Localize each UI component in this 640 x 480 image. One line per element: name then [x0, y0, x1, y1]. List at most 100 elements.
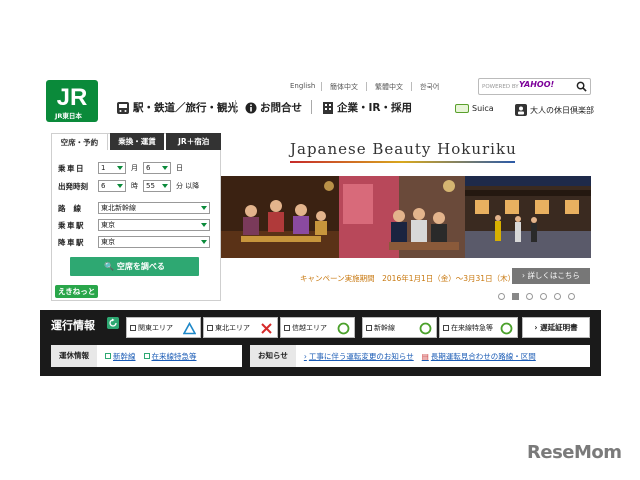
divider: [321, 82, 322, 91]
banner-title: Japanese Beauty Hokuriku: [290, 140, 517, 158]
details-button[interactable]: › 詳しくはこちら: [512, 268, 590, 284]
window-icon: [207, 324, 213, 331]
time-label: 出発時刻: [58, 181, 88, 191]
minute-unit: 分 以降: [176, 182, 200, 190]
refresh-icon[interactable]: [107, 317, 119, 329]
to-label: 降車駅: [58, 237, 85, 247]
banner-photo-street: [465, 176, 591, 258]
campaign-period: キャンペーン実施期間 2016年1月1日（金）～3月31日（木）: [300, 274, 516, 283]
carousel-dot[interactable]: [526, 293, 533, 300]
suica-card-icon: [455, 104, 469, 113]
link-text: 工事に伴う運転変更のお知らせ: [308, 351, 414, 361]
pdf-icon: ▤: [421, 351, 429, 361]
area-kanto[interactable]: 関東エリア: [126, 317, 201, 338]
chevron-right-icon: ›: [522, 271, 526, 280]
delay-cert-label: 遅延証明書: [540, 323, 578, 332]
nav-label: お問合せ: [260, 102, 302, 114]
tab-seat-reservation[interactable]: 空席・予約: [51, 133, 108, 150]
window-icon: [130, 324, 136, 331]
carousel-dots: [498, 293, 575, 300]
nav-label: 駅・鉄道／旅行・観光: [133, 102, 238, 114]
line-shinkansen[interactable]: 新幹線: [362, 317, 437, 338]
time-row: 出発時刻 6 時 55 分 以降: [58, 180, 204, 192]
link-text: 在来線特急等: [151, 351, 197, 361]
ekinet-logo[interactable]: えきねっと: [55, 285, 99, 298]
search-icon[interactable]: [576, 81, 587, 92]
otona-club-link[interactable]: 大人の休日倶楽部: [515, 104, 594, 116]
train-icon: [117, 101, 129, 114]
notice-info: お知らせ › 工事に伴う運転変更のお知らせ ▤ 長期運転見合わせの路線・区間: [250, 345, 590, 367]
window-icon: [284, 324, 290, 331]
delay-certificate-button[interactable]: › 遅延証明書: [522, 317, 590, 338]
date-row: 乗車日 1 月 6 日: [58, 162, 188, 174]
search-input[interactable]: [482, 81, 574, 92]
carousel-dot-active[interactable]: [512, 293, 519, 300]
from-label: 乗車駅: [58, 220, 85, 230]
divider: [366, 82, 367, 91]
from-station-select[interactable]: 東京: [98, 219, 210, 231]
carousel-dot[interactable]: [498, 293, 505, 300]
details-label: 詳しくはこちら: [527, 271, 580, 280]
window-icon: [143, 353, 150, 359]
suspension-link-express[interactable]: 在来線特急等: [143, 351, 197, 362]
lang-english[interactable]: English: [290, 82, 315, 90]
normal-icon: [500, 322, 513, 335]
logo-text: JR東日本: [52, 109, 85, 121]
line-label: 在来線特急等: [451, 323, 493, 332]
nav-label: 企業・IR・採用: [337, 102, 412, 114]
area-label: 東北エリア: [215, 323, 250, 332]
nav-station-travel[interactable]: 駅・鉄道／旅行・観光: [116, 100, 238, 115]
club-label: 大人の休日倶楽部: [530, 105, 594, 115]
search-icon: 🔍: [104, 262, 115, 271]
divider: [311, 100, 312, 114]
date-label: 乗車日: [58, 163, 85, 173]
line-limited-express[interactable]: 在来線特急等: [439, 317, 518, 338]
route-row: 路線 東北新幹線: [58, 202, 210, 214]
suica-label: Suica: [472, 104, 494, 113]
tab-jr-hotel[interactable]: JR＋宿泊: [166, 133, 222, 150]
link-text: 長期運転見合わせの路線・区間: [430, 351, 536, 361]
area-tohoku[interactable]: 東北エリア: [203, 317, 278, 338]
carousel-dot[interactable]: [554, 293, 561, 300]
day-select[interactable]: 6: [143, 162, 171, 174]
lang-traditional-chinese[interactable]: 繁體中文: [375, 82, 403, 92]
banner-photos[interactable]: [221, 176, 591, 258]
delay-icon: [183, 322, 196, 335]
month-unit: 月: [131, 164, 138, 172]
area-shinetsu[interactable]: 信越エリア: [280, 317, 355, 338]
route-select[interactable]: 東北新幹線: [98, 202, 210, 214]
building-icon: [323, 101, 333, 114]
operation-info-title: 運行情報: [51, 319, 95, 332]
nav-contact[interactable]: お問合せ: [245, 100, 302, 115]
minute-select[interactable]: 55: [143, 180, 171, 192]
notice-link-long-term[interactable]: ▤ 長期運転見合わせの路線・区間: [422, 351, 536, 362]
chevron-right-icon: ›: [534, 323, 538, 332]
notice-link-construction[interactable]: › 工事に伴う運転変更のお知らせ: [304, 351, 414, 362]
banner-photo-cafe: [339, 176, 465, 258]
search-seats-label: 空席を調べる: [116, 262, 165, 271]
lang-simplified-chinese[interactable]: 簡体中文: [330, 82, 358, 92]
normal-icon: [419, 322, 432, 335]
lang-korean[interactable]: 한국어: [420, 82, 439, 92]
club-icon: [515, 104, 527, 116]
carousel-dot[interactable]: [540, 293, 547, 300]
divider: [235, 100, 236, 114]
nav-corporate[interactable]: 企業・IR・採用: [322, 100, 412, 115]
window-icon: [105, 353, 111, 359]
area-label: 信越エリア: [292, 323, 327, 332]
tab-transfer-fare[interactable]: 乗換・運賃: [109, 133, 165, 150]
suica-link[interactable]: Suica: [455, 104, 494, 113]
to-row: 降車駅 東京: [58, 236, 210, 248]
window-icon: [443, 324, 449, 331]
suspension-link-shinkansen[interactable]: 新幹線: [105, 351, 136, 362]
to-station-select[interactable]: 東京: [98, 236, 210, 248]
route-label: 路線: [58, 203, 89, 213]
site-search: YAHOO!: [478, 78, 591, 95]
hour-select[interactable]: 6: [98, 180, 126, 192]
normal-icon: [337, 322, 350, 335]
search-seats-button[interactable]: 🔍 空席を調べる: [70, 257, 199, 276]
banner-photo-dinner: [221, 176, 339, 258]
carousel-dot[interactable]: [568, 293, 575, 300]
day-unit: 日: [176, 164, 183, 172]
month-select[interactable]: 1: [98, 162, 126, 174]
